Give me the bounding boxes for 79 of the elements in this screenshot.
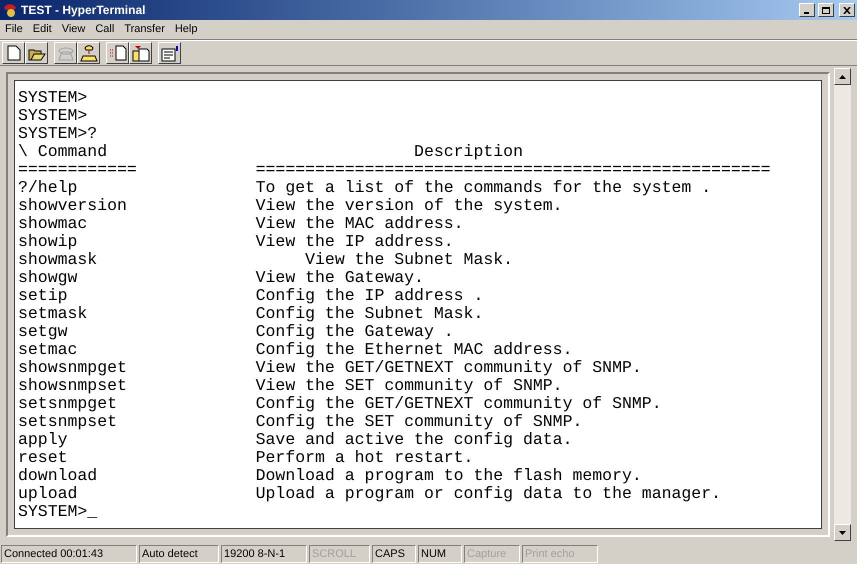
table-description: View the Gateway.: [256, 269, 424, 287]
status-cell: 19200 8-N-1: [221, 544, 307, 562]
properties-icon: [160, 44, 179, 62]
new-document-icon: [6, 45, 20, 61]
terminal-line: SYSTEM>: [18, 89, 88, 107]
menu-item[interactable]: File: [0, 21, 28, 38]
close-icon: [843, 6, 851, 14]
telephone-icon: [56, 45, 74, 61]
maximize-button[interactable]: [818, 3, 834, 17]
phone-app-icon: [2, 2, 18, 18]
window-title: TEST - HyperTerminal: [21, 2, 146, 19]
table-command: setmask: [18, 305, 88, 323]
terminal-line: SYSTEM>: [18, 107, 88, 125]
rule-description: ====================================================: [256, 161, 771, 179]
table-command: showgw: [18, 269, 78, 287]
terminal-line: SYSTEM>?: [18, 125, 98, 143]
table-description: View the IP address.: [256, 233, 454, 251]
table-command: showmask: [18, 251, 98, 269]
menu-item[interactable]: View: [56, 21, 90, 38]
table-command: showsnmpget: [18, 359, 128, 377]
menu-item[interactable]: Transfer: [119, 21, 170, 38]
close-button[interactable]: [839, 3, 855, 17]
header-description: Description: [413, 143, 523, 161]
table-command: showversion: [18, 197, 128, 215]
table-description: Download a program to the flash memory.: [256, 467, 642, 485]
up-arrow-icon: [839, 74, 846, 78]
terminal-prompt: SYSTEM>_: [18, 503, 98, 521]
vertical-scrollbar[interactable]: [834, 68, 851, 541]
table-description: Config the GET/GETNEXT community of SNMP.: [256, 395, 662, 413]
table-description: Config the SET community of SNMP.: [256, 413, 582, 431]
toolbar-button[interactable]: [158, 42, 181, 64]
menu-item[interactable]: Call: [90, 21, 120, 38]
table-description: Config the Subnet Mask.: [256, 305, 484, 323]
maximize-icon: [822, 6, 830, 14]
rule-command: ============: [18, 161, 138, 179]
minimize-button[interactable]: [799, 3, 815, 17]
table-command: apply: [18, 431, 69, 449]
table-description: View the version of the system.: [256, 197, 563, 215]
scroll-up-button[interactable]: [834, 68, 851, 85]
table-description: Perform a hot restart.: [256, 449, 474, 467]
table-description: View the MAC address.: [256, 215, 464, 233]
toolbar-button[interactable]: [25, 42, 48, 64]
toolbar-button[interactable]: [106, 42, 129, 64]
toolbar-button[interactable]: [77, 42, 100, 64]
telephone-icon: [80, 44, 98, 62]
table-command: download: [18, 467, 98, 485]
table-command: reset: [18, 449, 69, 467]
table-command: upload: [18, 485, 78, 503]
table-command: setip: [18, 287, 69, 305]
status-cell: Connected 00:01:43: [1, 544, 137, 562]
table-command: setsnmpget: [18, 395, 118, 413]
table-command: ?/help: [18, 179, 78, 197]
table-description: To get a list of the commands for the system .: [256, 179, 712, 197]
table-command: setgw: [18, 323, 69, 341]
table-description: Save and active the config data.: [256, 431, 572, 449]
menu-item[interactable]: Help: [170, 21, 202, 38]
table-description: Config the Ethernet MAC address.: [256, 341, 572, 359]
status-cell: CAPS: [372, 544, 416, 562]
table-description: Config the IP address .: [256, 287, 484, 305]
toolbar-button[interactable]: [129, 42, 152, 64]
table-description: View the GET/GETNEXT community of SNMP.: [256, 359, 642, 377]
receive-folder-icon: [132, 44, 150, 62]
status-cell: Auto detect: [139, 544, 219, 562]
table-description: View the SET community of SNMP.: [256, 377, 563, 395]
down-arrow-icon: [839, 530, 846, 534]
table-command: setsnmpset: [18, 413, 118, 431]
table-description: Upload a program or config data to the manager.: [256, 485, 722, 503]
table-description: Config the Gateway .: [256, 323, 454, 341]
menu-item[interactable]: Edit: [28, 21, 57, 38]
toolbar-button[interactable]: [2, 42, 25, 64]
status-cell: NUM: [418, 544, 462, 562]
table-command: setmac: [18, 341, 78, 359]
header-command: \ Command: [18, 143, 108, 161]
table-description: View the Subnet Mask.: [304, 251, 514, 269]
scroll-down-button[interactable]: [834, 524, 851, 541]
table-command: showsnmpset: [18, 377, 128, 395]
table-command: showip: [18, 233, 78, 251]
table-command: showmac: [18, 215, 88, 233]
send-document-icon: [108, 45, 126, 61]
